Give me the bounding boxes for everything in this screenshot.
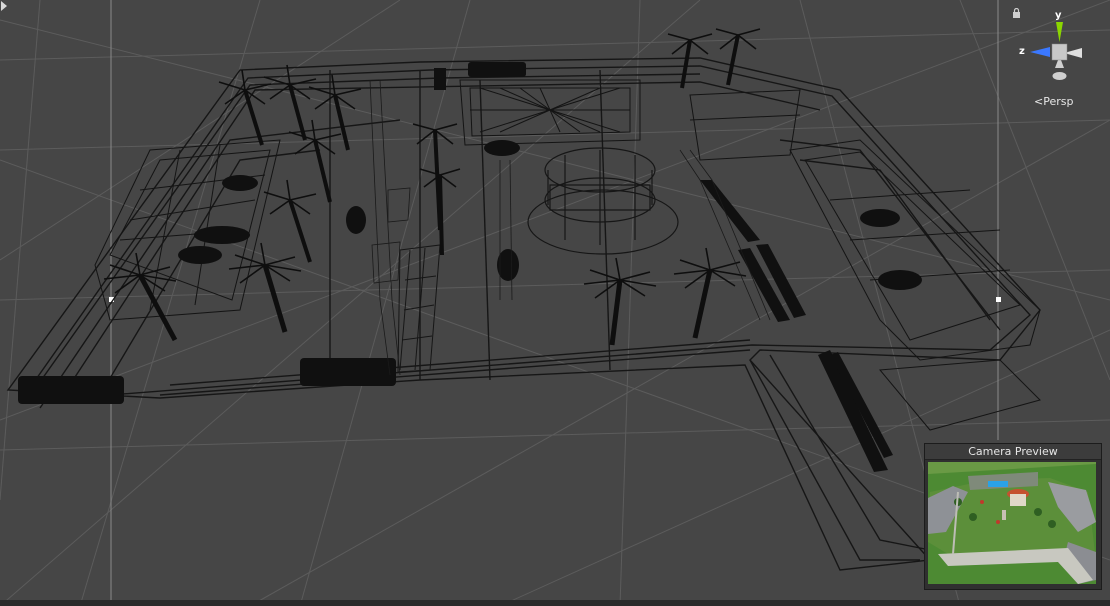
preview-resize-handle-icon[interactable] [0, 0, 8, 12]
gizmo-center-cube [1051, 43, 1068, 61]
camera-preview-image [928, 462, 1096, 584]
orientation-gizmo[interactable]: y z <Persp [1012, 8, 1106, 114]
gizmo-base-disc [1052, 72, 1067, 80]
y-axis-cone [1056, 22, 1063, 42]
lock-icon[interactable] [1012, 8, 1021, 18]
scene-view-viewport[interactable]: y z <Persp Camera Preview [0, 0, 1110, 606]
camera-preview-render [928, 462, 1096, 584]
scene-bottom-strip [0, 600, 1110, 606]
persp-chevron-icon: < [1034, 95, 1044, 108]
projection-mode-toggle[interactable]: <Persp [1034, 95, 1073, 108]
dark-objects [18, 62, 922, 472]
gizmo-z-label: z [1019, 46, 1025, 57]
camera-preview-panel: Camera Preview [924, 443, 1102, 590]
right-building [689, 89, 1041, 431]
walkway [397, 244, 441, 373]
camera-preview-title: Camera Preview [925, 444, 1101, 460]
gizmo-y-label: y [1055, 10, 1062, 21]
z-axis-cone [1030, 47, 1050, 57]
projection-mode-label: Persp [1043, 95, 1074, 108]
frustum-handle-right [996, 297, 1001, 302]
